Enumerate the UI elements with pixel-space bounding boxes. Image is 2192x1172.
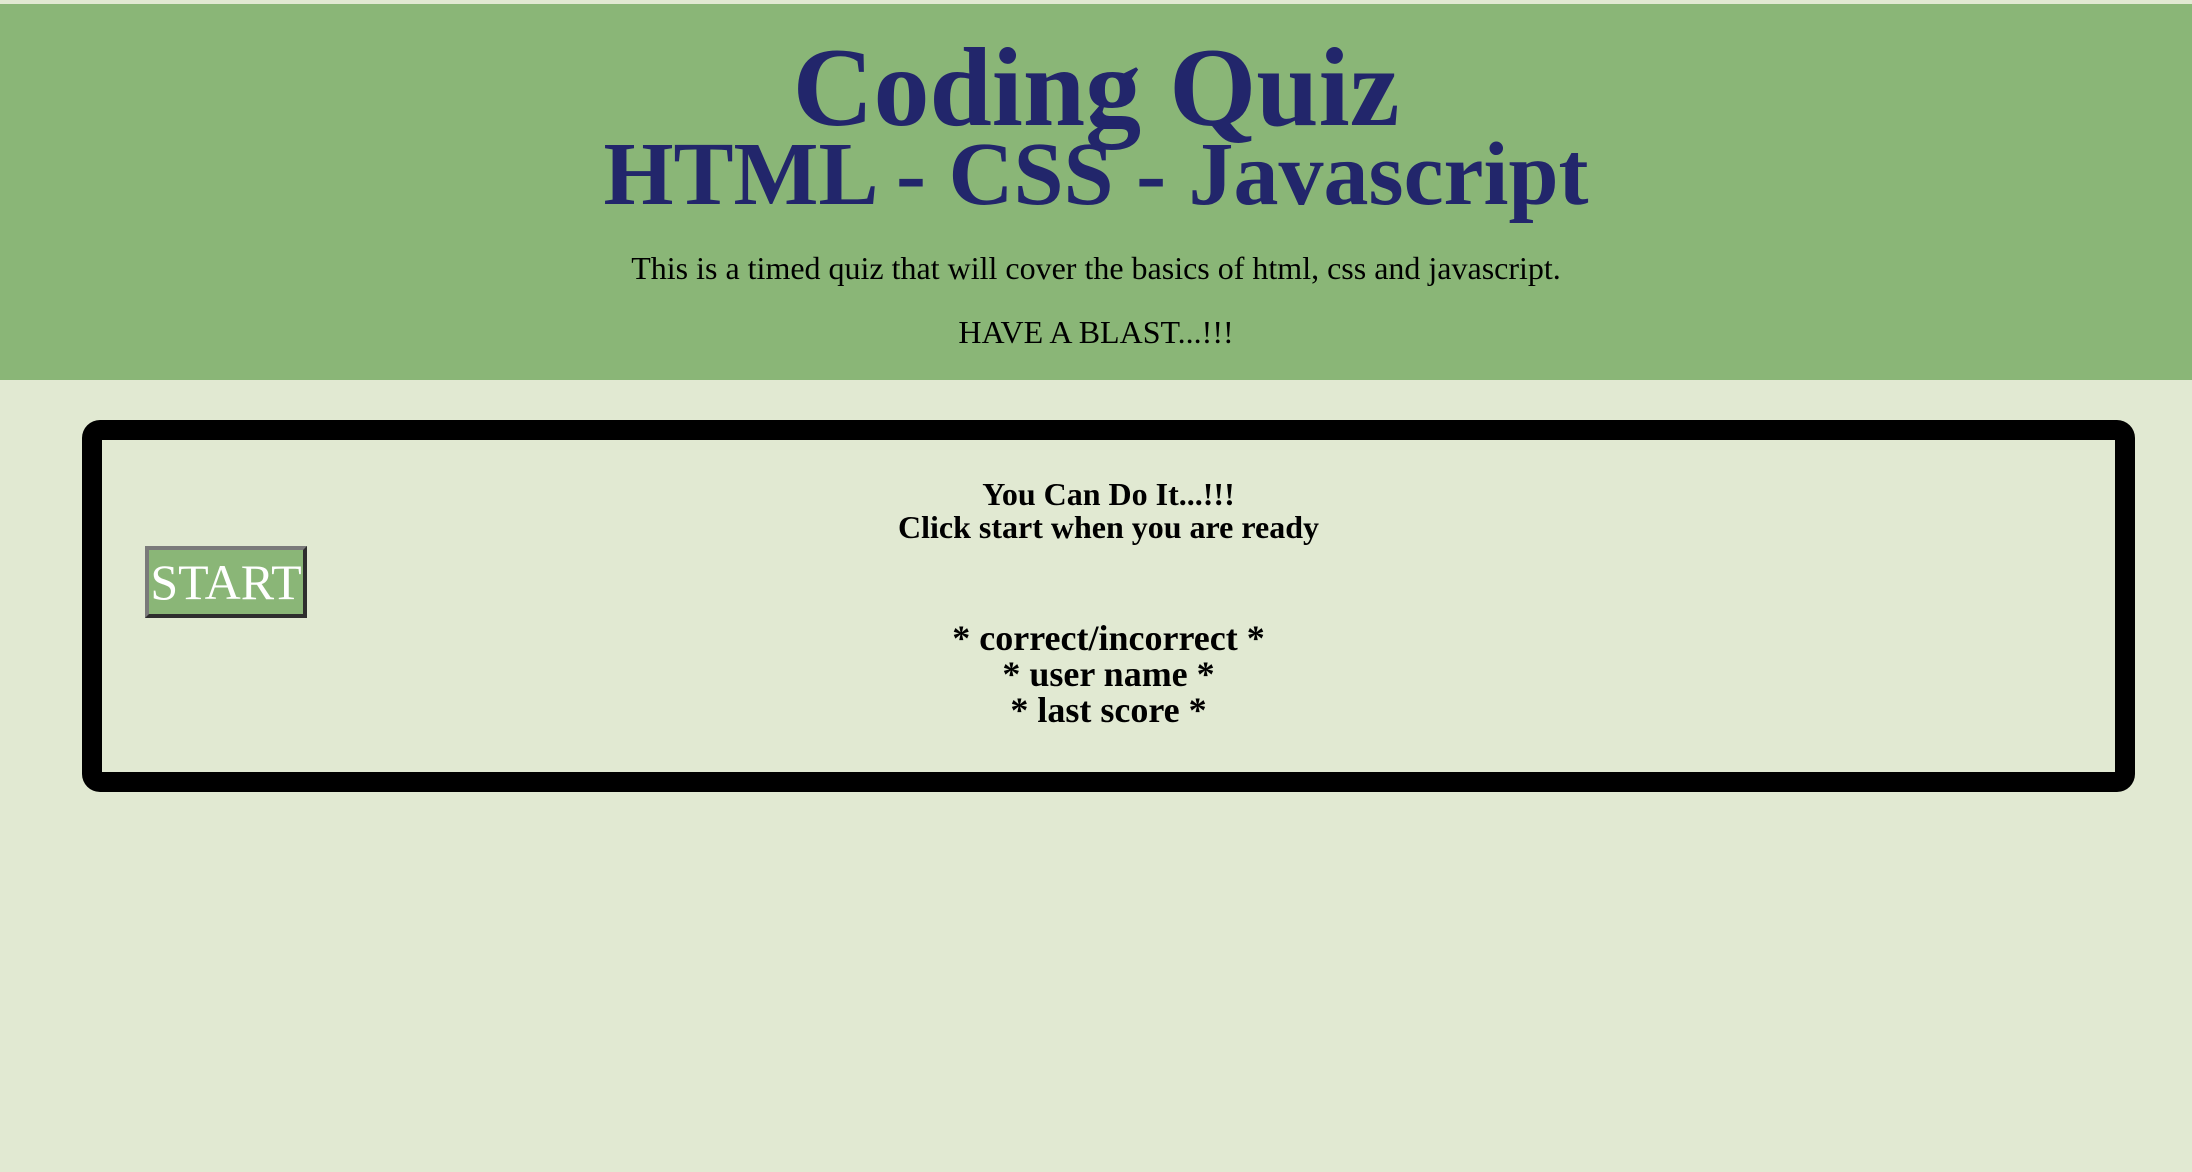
encouragement-text: You Can Do It...!!! Click start when you… [102, 478, 2115, 544]
quiz-container: You Can Do It...!!! Click start when you… [82, 420, 2135, 792]
quiz-description: This is a timed quiz that will cover the… [631, 250, 1561, 286]
user-name-display: * user name * [1002, 654, 1215, 694]
answer-result: * correct/incorrect * [952, 618, 1265, 658]
page-header: Coding Quiz HTML - CSS - Javascript This… [0, 4, 2192, 380]
encouragement-line: You Can Do It...!!! [982, 476, 1235, 512]
start-button[interactable]: START [145, 546, 307, 618]
tagline: HAVE A BLAST...!!! [958, 314, 1234, 350]
status-panel: * correct/incorrect * * user name * * la… [102, 620, 2115, 728]
last-score-display: * last score * [1010, 690, 1207, 730]
ready-instruction: Click start when you are ready [897, 509, 1319, 545]
page-subtitle: HTML - CSS - Javascript [603, 125, 1589, 224]
